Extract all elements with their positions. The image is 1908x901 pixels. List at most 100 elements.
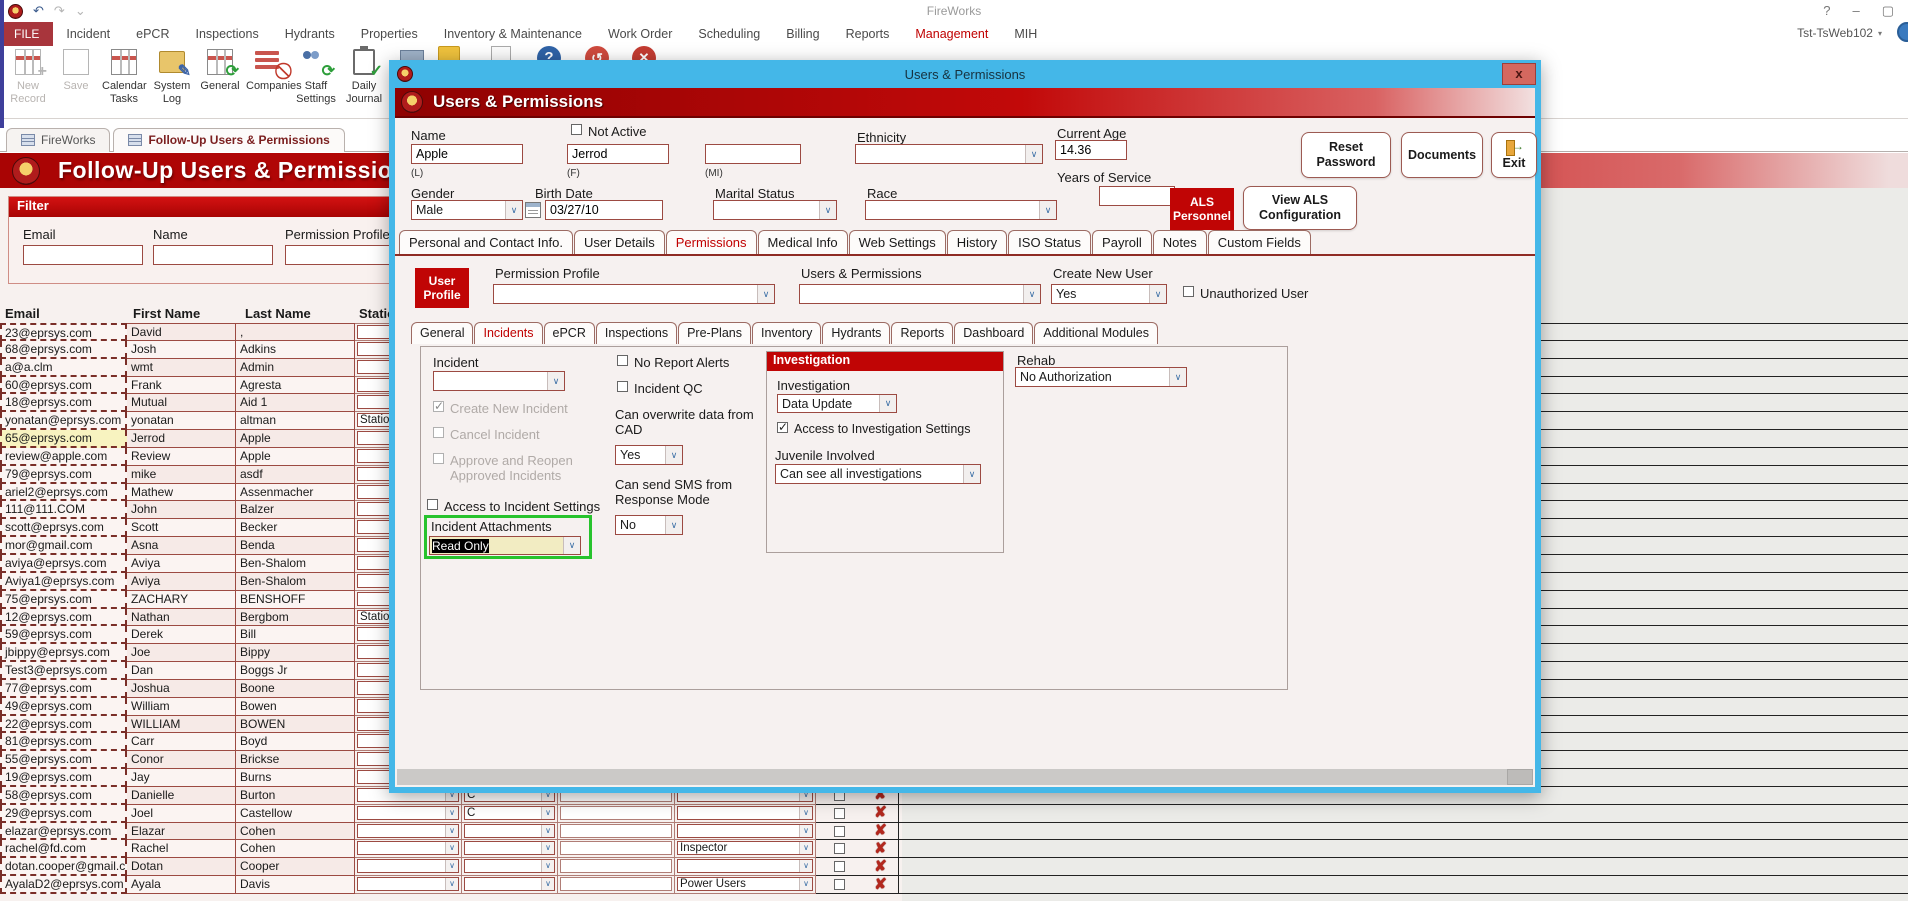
chevron-down-icon[interactable]: ∨ [563,537,580,554]
chevron-down-icon[interactable]: ∨ [757,285,774,303]
col-last[interactable]: Last Name [245,306,311,321]
first-name-input[interactable] [567,144,669,164]
cell-last-name[interactable]: Becker [236,519,355,537]
cell-last-name[interactable]: Cooper [236,858,355,876]
cell-first-name[interactable]: Josh [127,341,236,359]
sms-response-combo[interactable]: No∨ [615,515,683,535]
chevron-down-icon[interactable]: ∨ [665,516,682,534]
profile-combo[interactable]: ∨ [677,859,813,873]
chevron-down-icon[interactable]: ∨ [879,395,896,412]
dialog-tab[interactable]: History [947,230,1007,255]
cell-first-name[interactable]: Danielle [127,787,236,805]
cell-first-name[interactable]: Frank [127,377,236,395]
filter-email-input[interactable] [23,245,143,265]
birth-date-input[interactable] [545,200,663,220]
col-email[interactable]: Email [5,306,40,321]
permissions-subtab[interactable]: Dashboard [954,322,1033,344]
chevron-down-icon[interactable]: ∨ [1169,368,1186,386]
cell-email[interactable]: 77@eprsys.com [0,680,127,698]
cell-email[interactable]: a@a.clm [0,359,127,377]
shift-combo[interactable]: ∨ [464,841,555,855]
create-new-user-combo[interactable]: Yes∨ [1051,284,1167,304]
cell-last-name[interactable]: Cohen [236,840,355,858]
cell-email[interactable]: jbippy@eprsys.com [0,644,127,662]
create-new-incident-checkbox[interactable]: Create New Incident [433,401,568,416]
dialog-tab[interactable]: User Details [574,230,665,255]
incident-qc-checkbox[interactable]: Incident QC [617,381,703,396]
cell-last-name[interactable]: Bergbom [236,609,355,627]
incident-attachments-combo[interactable]: Read Only ∨ [429,536,581,555]
menu-item[interactable]: Scheduling [685,22,773,46]
cell-last-name[interactable]: Apple [236,448,355,466]
cell-first-name[interactable]: ZACHARY [127,591,236,609]
menu-item[interactable]: Incident [53,22,123,46]
middle-initial-input[interactable] [705,144,801,164]
toolbar-button[interactable]: ✓ Daily Journal [342,45,386,106]
rehab-combo[interactable]: No Authorization∨ [1015,367,1187,387]
als-personnel-button[interactable]: ALSPersonnel [1170,188,1234,230]
station-combo[interactable]: ∨ [357,806,459,820]
cell-first-name[interactable]: Review [127,448,236,466]
chevron-down-icon[interactable]: ∨ [1023,285,1040,303]
file-tab[interactable]: FILE [0,22,53,46]
cell-last-name[interactable]: Cohen [236,823,355,841]
overwrite-cad-combo[interactable]: Yes∨ [615,445,683,465]
cancel-incident-checkbox[interactable]: Cancel Incident [433,427,540,442]
chevron-down-icon[interactable]: ∨ [799,878,812,890]
toolbar-button[interactable]: ✎ System Log [150,45,194,106]
cell-email[interactable]: yonatan@eprsys.com [0,412,127,430]
minimize-button[interactable]: – [1852,3,1859,19]
dialog-tab[interactable]: Web Settings [849,230,946,255]
cell-first-name[interactable]: Rachel [127,840,236,858]
filter-name-input[interactable] [153,245,273,265]
cell-last-name[interactable]: Benda [236,537,355,555]
cell-email[interactable]: 23@eprsys.com [0,323,127,341]
cell-last-name[interactable]: BOWEN [236,716,355,734]
cell-first-name[interactable]: Aviya [127,555,236,573]
permissions-subtab[interactable]: Incidents [474,322,542,344]
document-tab[interactable]: FireWorks [6,128,110,152]
scrollbar-thumb[interactable] [1507,769,1533,785]
station-combo[interactable]: ∨ [357,824,459,838]
cell-email[interactable]: 59@eprsys.com [0,626,127,644]
delete-icon[interactable]: ✘ [874,878,887,892]
cell-first-name[interactable]: Elazar [127,823,236,841]
toolbar-button[interactable]: Calendar Tasks [102,45,146,106]
chevron-down-icon[interactable]: ∨ [541,878,554,890]
cell-last-name[interactable]: Boone [236,680,355,698]
profile-combo[interactable]: Power Users ∨ [677,877,813,891]
cell-email[interactable]: 58@eprsys.com [0,787,127,805]
cell-first-name[interactable]: Carr [127,733,236,751]
delete-icon[interactable]: ✘ [874,860,887,874]
cell-first-name[interactable]: Ayala [127,876,236,894]
dialog-tab[interactable]: Medical Info [758,230,848,255]
user-menu[interactable]: Tst-TsWeb102▾ [1797,26,1882,40]
chevron-down-icon[interactable]: ∨ [541,807,554,819]
chevron-down-icon[interactable]: ∨ [799,860,812,872]
row-checkbox[interactable] [834,808,845,819]
cell-first-name[interactable]: Dotan [127,858,236,876]
cell-first-name[interactable]: Joshua [127,680,236,698]
profile-combo[interactable]: Inspector ∨ [677,841,813,855]
last-name-input[interactable] [411,144,523,164]
cell-email[interactable]: ariel2@eprsys.com [0,484,127,502]
cell-first-name[interactable]: Derek [127,626,236,644]
cell-last-name[interactable]: Bippy [236,644,355,662]
menu-item[interactable]: Management [902,22,1001,46]
cell-last-name[interactable]: Bill [236,626,355,644]
menu-item[interactable]: Billing [773,22,832,46]
cell-email[interactable]: 19@eprsys.com [0,769,127,787]
permissions-subtab[interactable]: Inventory [752,322,821,344]
view-als-configuration-button[interactable]: View ALSConfiguration [1243,186,1357,230]
cell-email[interactable]: rachel@fd.com [0,840,127,858]
cell-email[interactable]: 22@eprsys.com [0,716,127,734]
approve-reopen-checkbox[interactable]: Approve and Reopen Approved Incidents [433,453,623,483]
chevron-down-icon[interactable]: ∨ [1149,285,1166,303]
help-button[interactable]: ? [1823,3,1830,19]
permissions-subtab[interactable]: Reports [891,322,953,344]
permissions-subtab[interactable]: Additional Modules [1034,322,1158,344]
juvenile-involved-combo[interactable]: Can see all investigations∨ [775,464,981,484]
cell-email[interactable]: elazar@eprsys.com [0,823,127,841]
current-age-input[interactable] [1055,140,1127,160]
cell-last-name[interactable]: Assenmacher [236,484,355,502]
